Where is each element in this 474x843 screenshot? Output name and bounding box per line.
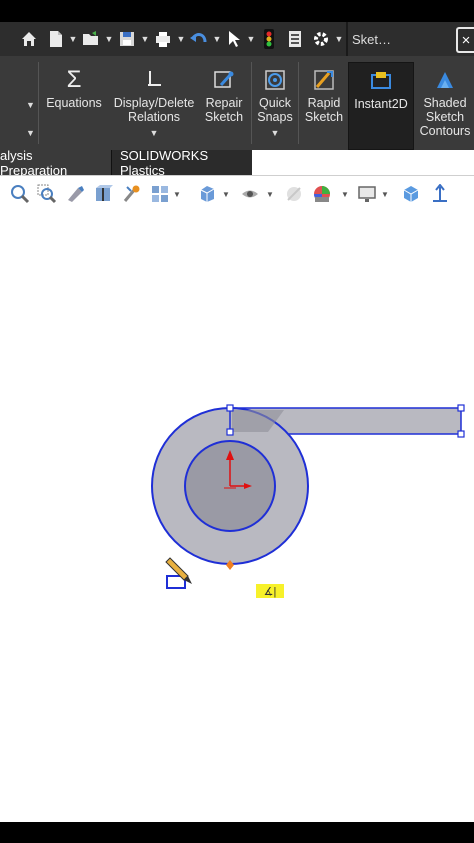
display-components-icon[interactable]	[150, 184, 170, 204]
save-icon[interactable]	[114, 25, 140, 53]
sketch-tab-label[interactable]: Sket…	[352, 32, 391, 47]
quick-access-toolbar: ▼ ▼ ▼ ▼ ▼ ▼ ▼ Sket…	[0, 22, 474, 56]
home-icon[interactable]	[14, 25, 44, 53]
chevron-down-icon[interactable]: ▼	[68, 25, 78, 53]
sketch-geometry	[151, 404, 465, 589]
relations-icon	[142, 68, 166, 92]
quick-snaps-icon	[263, 68, 287, 92]
display-delete-relations-label: Display/Delete Relations	[113, 96, 195, 124]
ribbon-divider	[298, 62, 299, 144]
chevron-left-icon[interactable]	[0, 25, 14, 53]
repair-sketch-button[interactable]: Repair Sketch	[202, 62, 246, 148]
display-pane-icon[interactable]	[401, 184, 421, 204]
triad-icon[interactable]	[430, 184, 450, 204]
quick-snaps-label: Quick Snaps	[257, 96, 293, 124]
chevron-down-icon[interactable]: ▼	[334, 25, 344, 53]
new-document-icon[interactable]	[44, 25, 68, 53]
traffic-light-icon[interactable]	[256, 25, 282, 53]
shaded-sketch-contours-button[interactable]: Shaded Sketch Contours	[416, 62, 474, 148]
sketch-point[interactable]	[226, 404, 234, 412]
chevron-down-icon[interactable]: ▼	[173, 190, 181, 199]
chevron-down-icon[interactable]: ▼	[26, 100, 35, 110]
section-view-icon[interactable]	[94, 184, 114, 204]
repair-sketch-label: Repair Sketch	[204, 96, 244, 124]
chevron-down-icon[interactable]: ▼	[266, 190, 274, 199]
ribbon-divider	[251, 62, 252, 144]
open-icon[interactable]	[78, 25, 104, 53]
command-manager-tabs: alysis Preparation SOLIDWORKS Plastics	[0, 148, 474, 178]
view-orientation-icon[interactable]	[197, 184, 217, 204]
sketch-point[interactable]	[457, 430, 465, 438]
status-strip-top	[0, 0, 474, 22]
display-style-icon[interactable]	[240, 184, 260, 204]
undo-icon[interactable]	[186, 25, 212, 53]
chevron-down-icon[interactable]: ▼	[176, 25, 186, 53]
quick-snaps-button[interactable]: Quick Snaps ▼	[254, 62, 296, 148]
hide-show-items-icon[interactable]	[284, 184, 304, 204]
chevron-down-icon[interactable]: ▼	[246, 25, 256, 53]
chevron-down-icon[interactable]: ▼	[140, 25, 150, 53]
heads-up-view-toolbar: ▼ ▼ ▼ ▼ ▼	[0, 176, 474, 210]
sketch-pencil-cursor-icon	[165, 557, 192, 589]
rapid-sketch-button[interactable]: Rapid Sketch	[302, 62, 346, 148]
toolbar-divider	[346, 22, 348, 56]
sketch-point[interactable]	[226, 428, 234, 436]
print-icon[interactable]	[150, 25, 176, 53]
chevron-down-icon[interactable]: ▼	[104, 25, 114, 53]
view-settings-icon[interactable]	[357, 184, 377, 204]
instant2d-button[interactable]: Instant2D	[348, 62, 414, 150]
chevron-down-icon[interactable]: ▼	[341, 190, 349, 199]
previous-view-icon[interactable]	[66, 184, 86, 204]
edit-appearance-icon[interactable]	[312, 184, 332, 204]
shaded-sketch-contours-label: Shaded Sketch Contours	[419, 96, 471, 138]
close-button[interactable]: ×	[456, 27, 474, 53]
chevron-down-icon[interactable]: ▼	[150, 126, 159, 140]
zoom-to-fit-icon[interactable]	[10, 184, 30, 204]
shaded-sketch-contours-icon	[433, 68, 457, 92]
sigma-icon: Σ	[66, 66, 82, 93]
chevron-down-icon[interactable]: ▼	[212, 25, 222, 53]
options-gear-icon[interactable]	[308, 25, 334, 53]
instant2d-icon	[369, 69, 393, 93]
zoom-to-area-icon[interactable]	[37, 184, 57, 204]
select-icon[interactable]	[222, 25, 246, 53]
relation-badge: ∡|	[256, 584, 284, 598]
status-strip-bottom	[0, 822, 474, 843]
equations-label: Equations	[46, 96, 102, 110]
equations-button[interactable]: Σ Equations	[42, 62, 106, 148]
chevron-down-icon[interactable]: ▼	[26, 128, 35, 138]
view-features-icon[interactable]	[122, 184, 142, 204]
chevron-down-icon[interactable]: ▼	[381, 190, 389, 199]
graphics-area[interactable]: ∡|	[0, 210, 474, 822]
chevron-down-icon[interactable]: ▼	[271, 126, 280, 140]
repair-sketch-icon	[212, 68, 236, 92]
chevron-down-icon[interactable]: ▼	[222, 190, 230, 199]
tab-analysis-preparation[interactable]: alysis Preparation	[0, 148, 112, 178]
rapid-sketch-label: Rapid Sketch	[304, 96, 344, 124]
ribbon-divider	[38, 62, 39, 144]
display-delete-relations-button[interactable]: Display/Delete Relations ▼	[110, 62, 198, 148]
tab-solidworks-plastics[interactable]: SOLIDWORKS Plastics	[112, 148, 252, 178]
instant2d-label: Instant2D	[354, 97, 408, 111]
rapid-sketch-icon	[312, 68, 336, 92]
sketch-point[interactable]	[457, 404, 465, 412]
file-properties-icon[interactable]	[282, 25, 308, 53]
